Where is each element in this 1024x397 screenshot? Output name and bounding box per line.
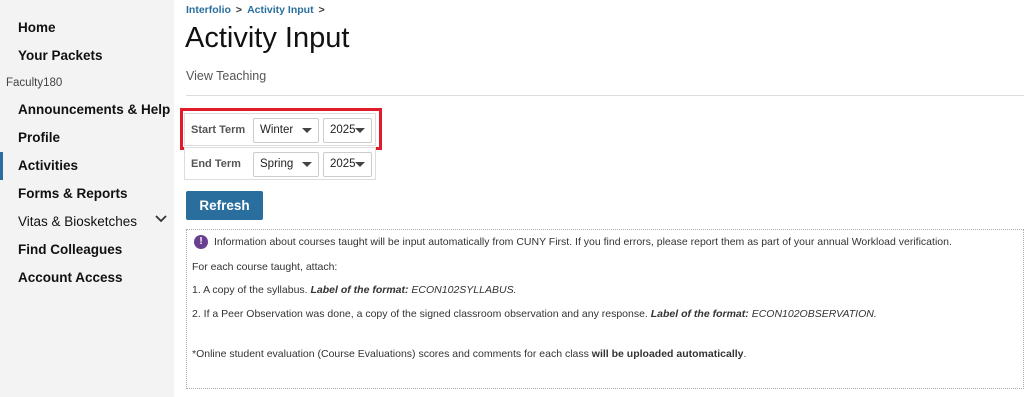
breadcrumb: Interfolio > Activity Input >	[186, 4, 330, 16]
page-subtitle: View Teaching	[186, 69, 267, 83]
info-line-2: For each course taught, attach:	[192, 261, 338, 273]
end-term-season-select[interactable]: Spring	[253, 152, 319, 177]
dropdown-caret-icon	[355, 162, 365, 167]
info-line-3-text: 1. A copy of the syllabus.	[192, 284, 311, 296]
info-line-5-text: *Online student evaluation (Course Evalu…	[192, 348, 592, 360]
info-line-3-label: Label of the format:	[310, 284, 409, 296]
info-line-5-suffix: .	[743, 348, 747, 360]
info-line-4-label: Label of the format:	[650, 308, 749, 320]
breadcrumb-separator: >	[235, 4, 243, 16]
info-line-3: 1. A copy of the syllabus. Label of the …	[192, 284, 516, 296]
info-line-4-format: ECON102OBSERVATION.	[748, 308, 877, 320]
info-line-5: *Online student evaluation (Course Evalu…	[192, 348, 746, 360]
page-title: Activity Input	[185, 22, 350, 54]
nav-your-packets[interactable]: Your Packets	[18, 48, 103, 63]
nav-profile[interactable]: Profile	[18, 130, 60, 145]
nav-section-label: Faculty180	[6, 77, 63, 89]
divider	[186, 95, 1024, 96]
nav-vitas-biosketches[interactable]: Vitas & Biosketches	[18, 214, 137, 229]
end-term-season-value: Spring	[260, 158, 294, 170]
active-indicator	[0, 152, 3, 180]
nav-forms-reports[interactable]: Forms & Reports	[18, 186, 128, 201]
end-term-year-select[interactable]: 2025	[323, 152, 372, 177]
nav-account-access[interactable]: Account Access	[18, 270, 123, 285]
refresh-button[interactable]: Refresh	[186, 191, 263, 220]
highlight-annotation	[180, 108, 382, 150]
info-line-3-format: ECON102SYLLABUS.	[408, 284, 517, 296]
end-term-row: End Term Spring 2025	[184, 147, 376, 180]
end-term-year-value: 2025	[330, 158, 356, 170]
info-line-5-bold: will be uploaded automatically	[591, 348, 744, 360]
main-content: Interfolio > Activity Input > Activity Inpu…	[174, 0, 1024, 397]
sidebar: Home Your Packets Faculty180 Announcemen…	[0, 0, 174, 397]
nav-home[interactable]: Home	[18, 20, 56, 35]
info-line-1: Information about courses taught will be…	[214, 236, 952, 248]
nav-announcements-help[interactable]: Announcements & Help	[18, 102, 170, 117]
breadcrumb-separator: >	[318, 4, 325, 16]
breadcrumb-activity-input[interactable]: Activity Input	[247, 4, 314, 16]
chevron-down-icon[interactable]	[154, 214, 168, 224]
end-term-label: End Term	[191, 158, 241, 170]
info-line-4: 2. If a Peer Observation was done, a cop…	[192, 308, 877, 320]
nav-activities[interactable]: Activities	[18, 158, 78, 173]
nav-find-colleagues[interactable]: Find Colleagues	[18, 242, 122, 257]
info-box: ! Information about courses taught will …	[186, 229, 1024, 389]
info-icon: !	[194, 235, 208, 249]
breadcrumb-interfolio[interactable]: Interfolio	[186, 4, 231, 16]
dropdown-caret-icon	[302, 162, 312, 167]
info-line-4-text: 2. If a Peer Observation was done, a cop…	[192, 308, 651, 320]
